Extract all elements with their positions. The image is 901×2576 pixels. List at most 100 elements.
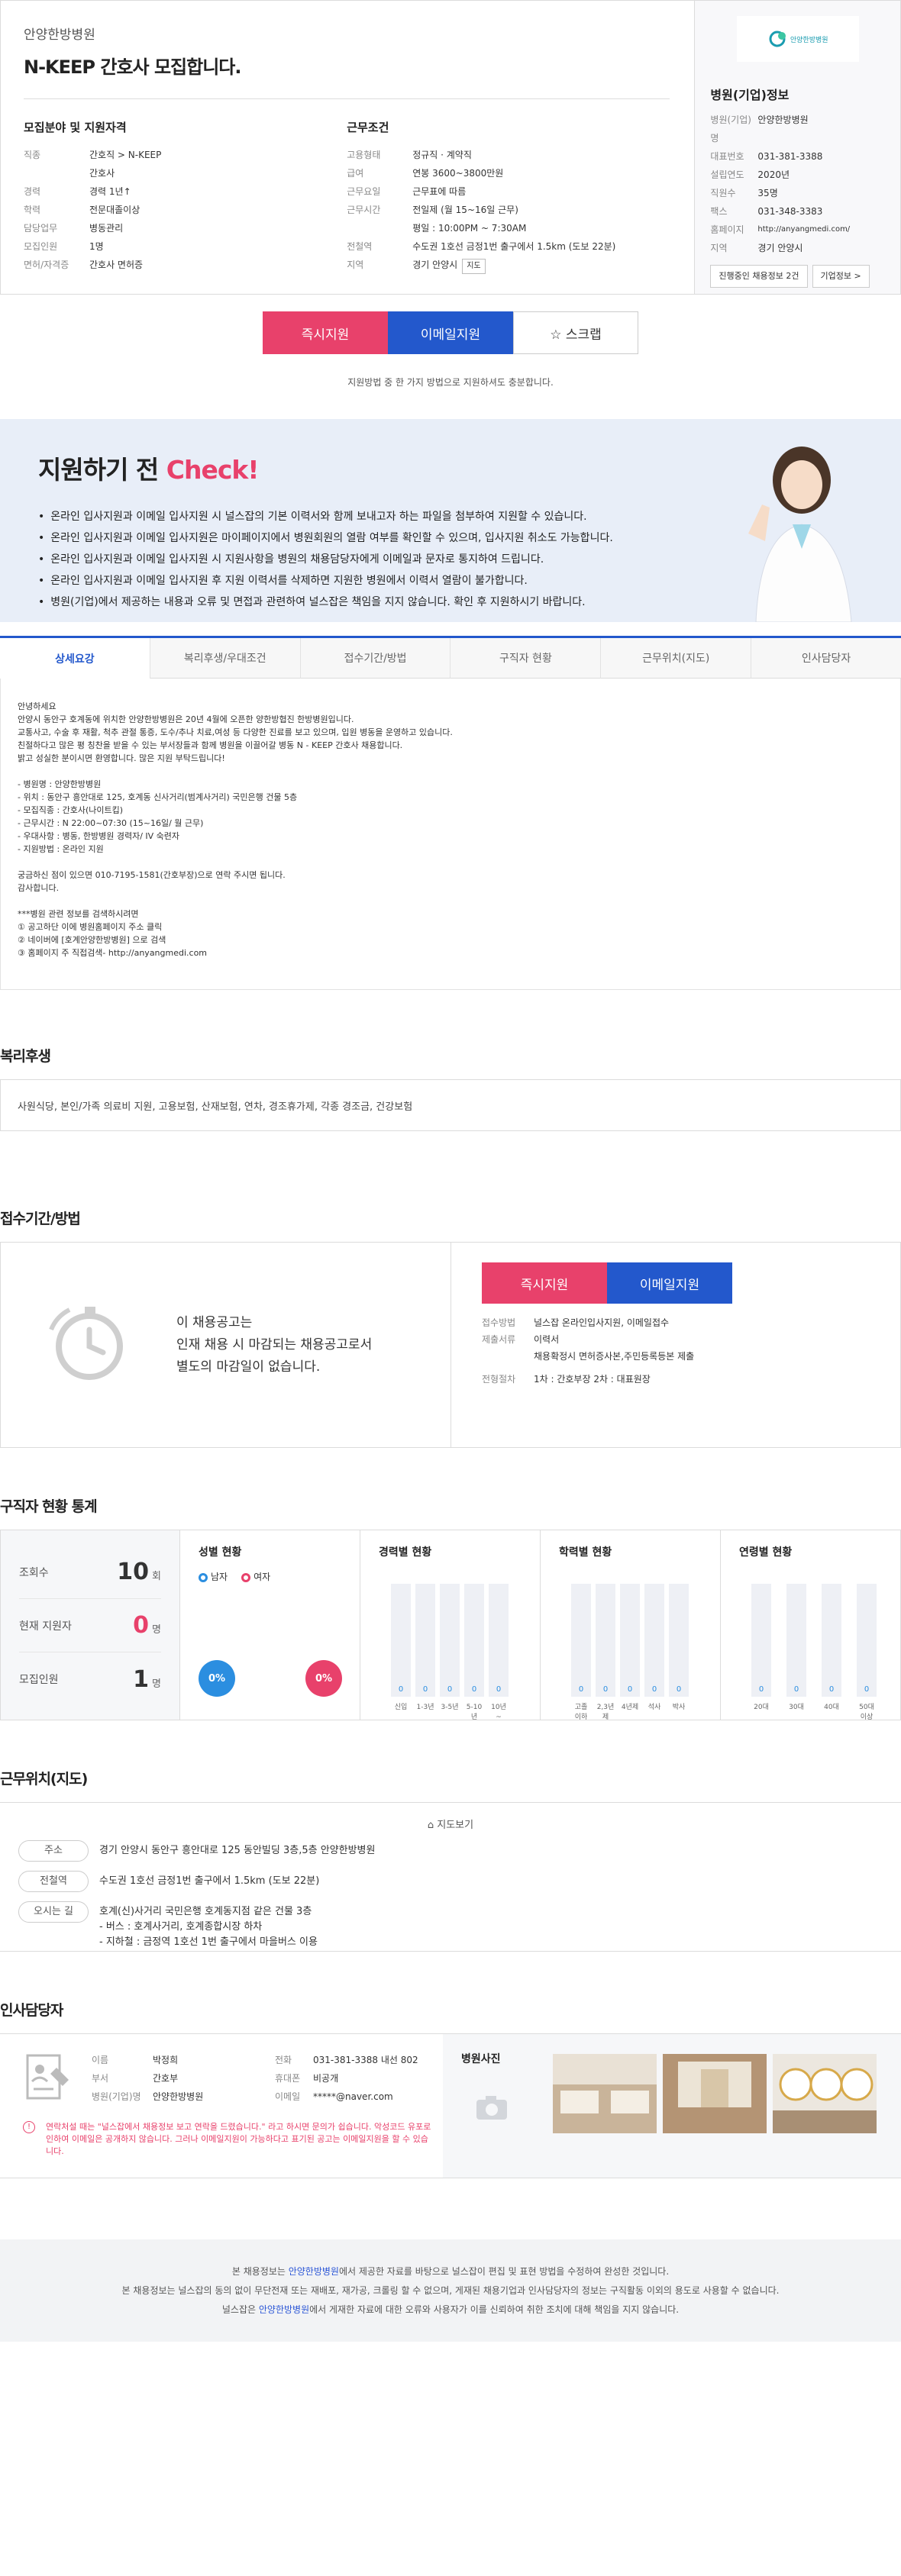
logo-icon [769,31,786,47]
bar-value: 0 [627,1685,633,1694]
tab-location[interactable]: 근무위치(지도) [601,638,752,679]
contact-email: *****@naver.com [313,2091,393,2102]
apply-now-button[interactable]: 즉시지원 [482,1262,607,1304]
chart-bar: 0 [440,1584,460,1697]
male-percent: 0% [199,1660,235,1697]
bar-label: 40대 [824,1704,839,1711]
label: 근무요일 [347,186,381,197]
headcount: 1명 [89,241,104,252]
footer-text: 에서 제공한 자료를 바탕으로 널스잡이 편집 및 표현 방법을 수정하여 완성… [338,2266,670,2277]
camera-icon [476,2096,507,2120]
footer-line-2: 본 채용정보는 널스잡의 동의 없이 무단전재 또는 재배포, 재가공, 크롤링… [121,2285,780,2296]
detail-tabs: 상세요강 복리후생/우대조건 접수기간/방법 구직자 현황 근무위치(지도) 인… [0,636,901,679]
female-dot-icon [241,1572,251,1582]
contact-mobile: 비공개 [313,2073,339,2084]
logo-text: 안양한방병원 [790,36,828,44]
region: 경기 안양시 [757,243,803,253]
homepage-link[interactable]: http://anyangmedi.com/ [757,221,850,239]
email-apply-button[interactable]: 이메일지원 [607,1262,732,1304]
bar-value: 0 [398,1685,404,1694]
directions: 호계(신)사거리 국민은행 호계동지점 같은 건물 3층 - 버스 : 호계사거… [99,1906,318,1948]
label: 지역 [347,260,364,270]
bar-label: 20대 [754,1704,769,1711]
footer-company-link[interactable]: 안양한방병원 [289,2266,339,2277]
bar-value: 0 [578,1685,584,1694]
applicants-label: 현재 지원자 [19,1620,72,1633]
region: 경기 안양시 [412,260,458,270]
chart-bar: 0 [644,1584,664,1697]
directions-pill: 오시는 길 [18,1901,89,1923]
chart-bar: 0 [596,1584,615,1697]
apply-buttons: 즉시지원 이메일지원 ☆ 스크랩 [0,311,901,354]
selection-process: 1차 : 간호부장 2차 : 대표원장 [534,1374,651,1385]
career-heading: 경력별 현황 [379,1546,432,1559]
label: 면허/자격증 [24,260,69,270]
label: 급여 [347,168,364,179]
page-title: N-KEEP 간호사 모집합니다. [24,56,242,78]
documents: 이력서 [534,1334,560,1345]
tab-recruit-period[interactable]: 접수기간/방법 [300,638,451,679]
contact-name: 박정희 [153,2055,179,2065]
education-heading: 학력별 현황 [559,1546,612,1559]
applicant-stats: 조회수 10 회 현재 지원자 0 명 모집인원 1 명 성별 현황 남자 여자 0% 0%… [0,1530,901,1721]
apply-now-button[interactable]: 즉시지원 [263,311,388,354]
ongoing-recruit-button[interactable]: 진행중인 채용정보 2건 [710,265,808,288]
subway-pill: 전철역 [18,1871,89,1892]
label: 이름 [92,2055,109,2065]
contact-warning: 연락처설 때는 "널스잡에서 채용정보 보고 연락을 드렸습니다." 라고 하시… [23,2121,435,2158]
hospital-photo[interactable] [773,2054,877,2133]
hospital-logo[interactable]: 안양한방병원 [736,16,859,62]
bar-value: 0 [471,1685,477,1694]
gender-stats: 성별 현황 남자 여자 0% 0% [180,1530,360,1720]
label [482,1348,534,1365]
duty: 병동관리 [89,223,124,234]
tab-detail[interactable]: 상세요강 [0,638,150,679]
hospital-photo[interactable] [553,2054,657,2133]
bar-label: 1-3년 [416,1704,434,1711]
male-dot-icon [199,1572,208,1582]
career: 경력 1년↑ [89,186,131,197]
check-banner: 지원하기 전 Check! 온라인 입사지원과 이메일 입사지원 시 널스잡의 … [0,419,901,622]
documents-detail: 채용확정시 면허증사본,주민등록등본 제출 [534,1351,695,1362]
map-button[interactable]: 지도 [462,259,486,274]
label: 담당업무 [24,223,58,234]
map-view-button[interactable]: ⌂ 지도보기 [18,1817,883,1831]
license: 간호사 면허증 [89,260,144,270]
applicants-count: 0 [133,1612,150,1639]
fax: 031-348-3383 [757,206,823,217]
bar-value: 0 [422,1685,428,1694]
label: 접수방법 [482,1317,516,1328]
bar-label: 고졸 이하 [574,1704,588,1721]
hospital-photo[interactable] [663,2054,767,2133]
unit: 명 [152,1624,161,1636]
job-category-sub: 간호사 [89,168,115,179]
phone: 031-381-3388 [757,151,823,162]
chart-bar: 0 [489,1584,509,1697]
footer-company-link[interactable]: 안양한방병원 [259,2304,309,2315]
footer-line-1: 본 채용정보는 안양한방병원에서 제공한 자료를 바탕으로 널스잡이 편집 및 … [0,2262,901,2281]
hospital-name[interactable]: 안양한방병원 [24,24,670,43]
footer-line-3: 널스잡은 안양한방병원에서 게재한 자료에 대한 오류와 사용자가 이를 신뢰하… [0,2300,901,2320]
welfare-heading: 복리후생 [0,1048,51,1065]
tab-contact[interactable]: 인사담당자 [751,638,901,679]
hospital-info: 안양한방병원 병원(기업)정보 병원(기업)명 안양한방병원 대표번호 031-38… [694,1,900,294]
qualifications-heading: 모집분야 및 지원자격 [24,121,127,134]
scrap-button[interactable]: ☆ 스크랩 [513,311,638,354]
chart-bar: 0 [669,1584,689,1697]
email-apply-button[interactable]: 이메일지원 [388,311,513,354]
bar-label: 박사 [672,1704,686,1711]
legend-female: 여자 [241,1570,270,1583]
company-info-button[interactable]: 기업정보 > [812,265,870,288]
tab-welfare[interactable]: 복리후생/우대조건 [150,638,301,679]
label: 병원(기업)명 [92,2091,141,2102]
age-stats: 연령별 현황 0 0 0 0 20대 30대 40대 50대이상 [721,1530,900,1721]
bar-value: 0 [828,1685,835,1694]
check-title-text: 지원하기 전 [38,455,166,485]
map-icon: ⌂ [427,1820,438,1831]
label [24,164,89,182]
female-label: 여자 [254,1572,271,1582]
salary: 연봉 3600~3800만원 [412,168,504,179]
hospital-info-heading: 병원(기업)정보 [710,88,790,102]
tab-applicant-stats[interactable]: 구직자 현황 [450,638,602,679]
address: 경기 안양시 동안구 흥안대로 125 동안빌딩 3층,5층 안양한방병원 [99,1845,376,1856]
